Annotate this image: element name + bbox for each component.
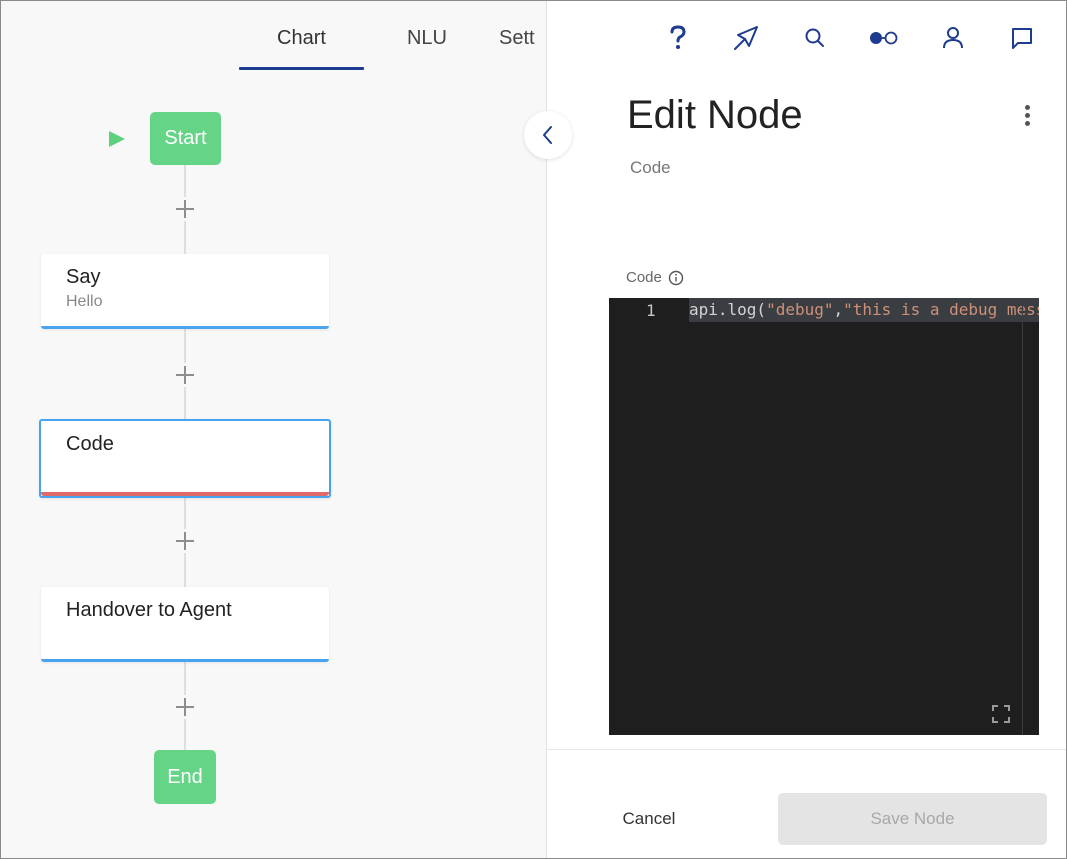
cancel-button[interactable]: Cancel [609, 795, 689, 843]
add-node-button[interactable] [173, 529, 197, 553]
user-icon[interactable] [938, 23, 968, 53]
node-error-bar [41, 492, 329, 498]
code-string: "debug" [766, 300, 834, 319]
start-node[interactable]: Start [150, 112, 221, 165]
tab-nlu[interactable]: NLU [381, 27, 473, 70]
search-icon[interactable] [800, 23, 830, 53]
app-window: Chart NLU Sett Start Say Hello Code Hand… [0, 0, 1067, 859]
chat-icon[interactable] [1007, 23, 1037, 53]
play-icon[interactable] [109, 131, 125, 147]
end-node[interactable]: End [154, 750, 216, 804]
compass-icon[interactable] [731, 23, 761, 53]
info-icon[interactable] [668, 270, 684, 286]
flow-node-say[interactable]: Say Hello [41, 254, 329, 329]
code-line[interactable]: api.log("debug","this is a debug mess [689, 299, 1039, 321]
code-editor[interactable]: 1 api.log("debug","this is a debug mess [609, 298, 1039, 735]
code-string: "this is a debug mess [843, 300, 1039, 319]
tab-bar: Chart NLU Sett [1, 1, 546, 71]
node-type-label: Code [630, 158, 671, 177]
node-status-bar [41, 326, 329, 329]
code-token: , [833, 300, 844, 319]
node-subtitle: Hello [66, 293, 103, 310]
line-number: 1 [646, 301, 656, 320]
flow-node-code[interactable]: Code [39, 419, 331, 498]
add-node-button[interactable] [173, 197, 197, 221]
node-title: Code [66, 433, 114, 455]
chevron-left-icon [543, 126, 552, 144]
save-node-button[interactable]: Save Node [778, 793, 1047, 845]
code-label-text: Code [626, 269, 662, 286]
more-options-icon[interactable] [1013, 101, 1043, 131]
edit-node-panel: Edit Node Code Code 1 api.log("debug","t… [546, 1, 1066, 858]
divider [547, 749, 1066, 750]
help-icon[interactable] [663, 23, 693, 53]
add-node-button[interactable] [173, 695, 197, 719]
node-status-bar [41, 659, 329, 662]
tab-chart[interactable]: Chart [239, 27, 364, 70]
code-field-label: Code [626, 269, 684, 286]
collapse-panel-button[interactable] [524, 111, 572, 159]
node-title: Handover to Agent [66, 599, 232, 621]
editor-ruler [1022, 298, 1023, 735]
toggle-icon[interactable] [868, 23, 900, 53]
add-node-button[interactable] [173, 363, 197, 387]
code-token: api.log( [689, 300, 767, 319]
panel-title: Edit Node [627, 93, 803, 137]
active-tab-indicator [239, 67, 364, 70]
node-title: Say [66, 266, 101, 288]
fullscreen-icon[interactable] [991, 704, 1011, 724]
flow-node-handover[interactable]: Handover to Agent [41, 587, 329, 662]
